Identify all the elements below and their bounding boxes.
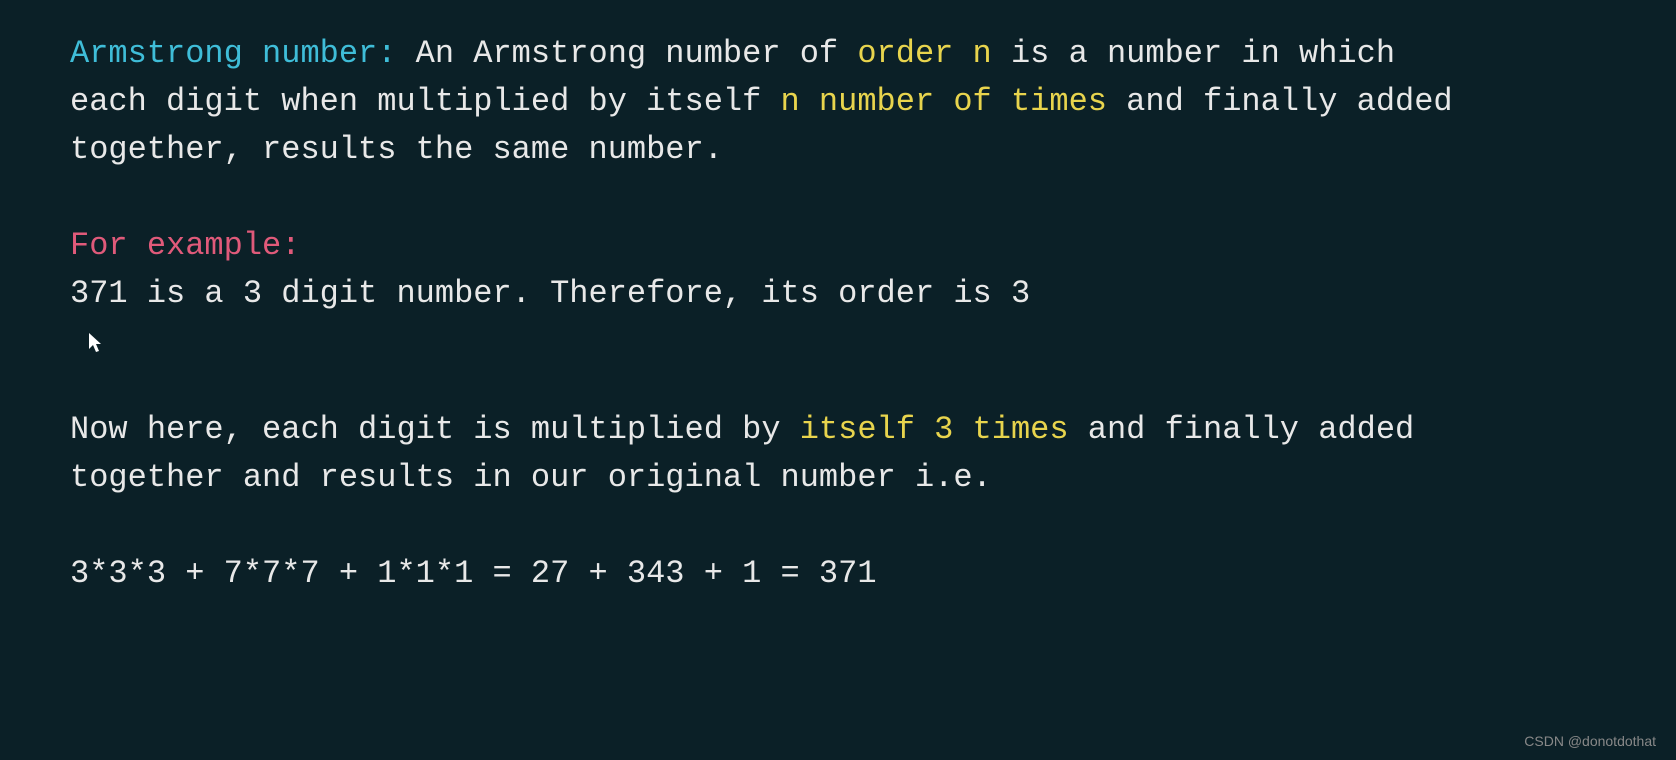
example-title: For example: bbox=[70, 222, 1470, 270]
definition-text-1: An Armstrong number of bbox=[396, 35, 857, 72]
explanation-text-1: Now here, each digit is multiplied by bbox=[70, 411, 800, 448]
paragraph-example: For example: 371 is a 3 digit number. Th… bbox=[70, 222, 1470, 366]
paragraph-definition: Armstrong number: An Armstrong number of… bbox=[70, 30, 1470, 174]
definition-highlight-2: n number of times bbox=[781, 83, 1107, 120]
paragraph-explanation: Now here, each digit is multiplied by it… bbox=[70, 406, 1470, 502]
watermark-text: CSDN @donotdothat bbox=[1524, 731, 1656, 752]
example-text: 371 is a 3 digit number. Therefore, its … bbox=[70, 270, 1470, 318]
definition-highlight-1: order n bbox=[857, 35, 991, 72]
cursor-icon bbox=[85, 323, 105, 371]
equation-text: 3*3*3 + 7*7*7 + 1*1*1 = 27 + 343 + 1 = 3… bbox=[70, 550, 1470, 598]
content-area: Armstrong number: An Armstrong number of… bbox=[70, 30, 1470, 598]
explanation-highlight-1: itself 3 times bbox=[800, 411, 1069, 448]
definition-title: Armstrong number: bbox=[70, 35, 396, 72]
